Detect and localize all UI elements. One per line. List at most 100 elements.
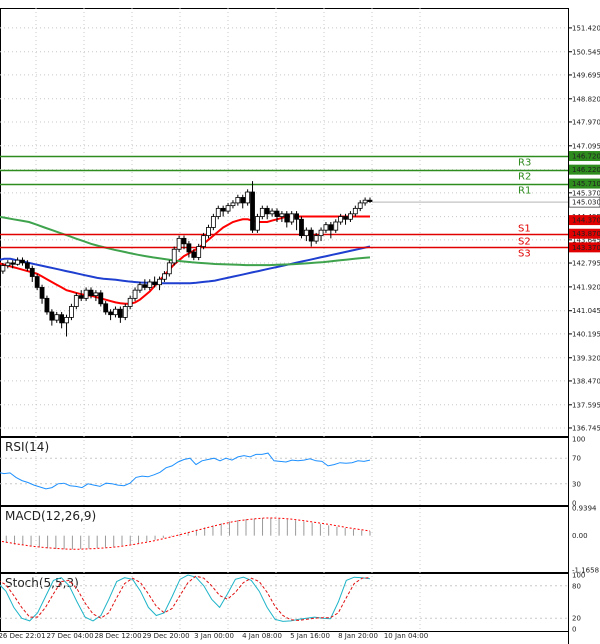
price-tick-label: 145.370 xyxy=(572,189,600,197)
candle-body xyxy=(255,216,260,231)
pivot-label: R1 xyxy=(518,186,531,197)
candle-body xyxy=(338,216,344,223)
candle-body xyxy=(294,213,299,220)
level-tag-label: 146.720 xyxy=(572,153,600,161)
candle-body xyxy=(352,207,358,215)
panel-frame-rsi xyxy=(0,437,569,506)
candle-body xyxy=(10,262,16,265)
level-tag-label: 143.370 xyxy=(572,244,600,252)
candle-body xyxy=(318,229,324,237)
candle-body xyxy=(303,229,309,237)
price-tick-label: 141.920 xyxy=(572,283,600,291)
time-tick-label: 26 Dec 22:01 xyxy=(0,632,46,640)
candle-body xyxy=(274,210,280,217)
candle-body xyxy=(367,199,373,202)
trading-chart: R3 R2 R1 S1 S2S3 151.420 150.545 149.695 148.82… xyxy=(0,8,600,644)
candle-body xyxy=(196,246,202,258)
stoch-title: Stoch(5,5,3) xyxy=(5,576,79,590)
candle-body xyxy=(113,308,118,316)
candle-body xyxy=(348,213,353,220)
candle-body xyxy=(54,314,60,321)
price-tick-label: 136.745 xyxy=(572,424,600,432)
price-tick-label: 139.320 xyxy=(572,354,600,362)
candle-body xyxy=(166,262,172,275)
price-tick-label: 142.795 xyxy=(572,260,600,268)
candle-body xyxy=(108,311,113,316)
candle-body xyxy=(15,259,20,265)
rsi-tick-label: 70 xyxy=(572,455,581,463)
panel-frames xyxy=(0,8,569,644)
candle-body xyxy=(235,197,241,204)
time-tick-label: 29 Dec 20:00 xyxy=(142,632,189,640)
candle-body xyxy=(0,265,6,272)
pivot-label: S2 xyxy=(518,237,531,248)
price-tick-label: 140.195 xyxy=(572,330,600,338)
candle-body xyxy=(98,292,104,305)
candle-body xyxy=(137,284,143,291)
candle-body xyxy=(308,229,314,242)
macd-title: MACD(12,26,9) xyxy=(5,509,96,523)
level-tag-label: 145.710 xyxy=(572,180,600,188)
candle-body xyxy=(206,227,211,237)
pivot-label: S3 xyxy=(518,249,531,260)
time-axis: 26 Dec 22:01 27 Dec 04:00 28 Dec 12:00 29 D… xyxy=(0,632,428,640)
time-tick-label: 5 Jan 16:00 xyxy=(290,632,330,640)
candle-body xyxy=(343,216,348,220)
candle-body xyxy=(147,281,153,288)
price-tick-label: 138.470 xyxy=(572,377,600,385)
candle-body xyxy=(328,224,334,231)
price-tick-label: 147.970 xyxy=(572,118,600,126)
candle-body xyxy=(250,191,255,231)
candle-body xyxy=(29,267,35,277)
current-price-label: 145.030 xyxy=(572,199,600,207)
rsi-title: RSI(14) xyxy=(5,440,49,454)
candle-body xyxy=(220,207,226,212)
candle-body xyxy=(362,199,368,204)
time-tick-label: 4 Jan 08:00 xyxy=(242,632,282,640)
panel-frame-main xyxy=(0,8,569,437)
rsi-tick-label: 30 xyxy=(572,480,581,488)
rsi-tick-label: 100 xyxy=(572,436,585,444)
candle-body xyxy=(230,202,236,207)
price-tick-label: 141.045 xyxy=(572,307,600,315)
candle-body xyxy=(49,311,55,321)
candle-body xyxy=(279,213,285,217)
candle-body xyxy=(269,210,275,215)
candle-body xyxy=(201,235,206,247)
price-tick-label: 151.420 xyxy=(572,24,600,32)
candle-body xyxy=(181,237,187,245)
pivot-label: R2 xyxy=(518,172,531,183)
time-tick-label: 3 Jan 00:00 xyxy=(194,632,234,640)
time-tick-label: 28 Dec 12:00 xyxy=(94,632,141,640)
macd-tick-label: 0.9394 xyxy=(572,505,597,513)
candle-body xyxy=(357,202,363,209)
candle-body xyxy=(259,207,265,217)
candle-body xyxy=(186,243,192,253)
candle-body xyxy=(39,287,45,299)
candle-body xyxy=(5,262,11,267)
panel-frame-sto xyxy=(0,573,569,632)
candle-body xyxy=(93,292,99,297)
candle-body xyxy=(83,289,89,299)
time-tick-label: 10 Jan 04:00 xyxy=(384,632,428,640)
candle-body xyxy=(103,303,109,313)
level-tag-label: 144.370 xyxy=(572,217,600,225)
candle-body xyxy=(132,289,138,299)
candle-body xyxy=(313,235,319,242)
candle-body xyxy=(264,207,270,215)
candle-body xyxy=(73,295,79,307)
candle-body xyxy=(157,278,162,286)
stoch-tick-label: 20 xyxy=(572,615,581,623)
candle-body xyxy=(24,262,30,269)
candle-body xyxy=(44,297,50,313)
candle-body xyxy=(289,213,295,223)
stoch-tick-label: 80 xyxy=(572,582,581,590)
candle-body xyxy=(127,297,133,307)
level-tag-label: 143.870 xyxy=(572,230,600,238)
candle-body xyxy=(210,216,216,228)
candle-body xyxy=(117,308,123,318)
candle-body xyxy=(215,207,221,217)
price-tick-label: 148.820 xyxy=(572,95,600,103)
price-tick-label: 150.545 xyxy=(572,48,600,56)
time-tick-label: 8 Jan 20:00 xyxy=(338,632,378,640)
